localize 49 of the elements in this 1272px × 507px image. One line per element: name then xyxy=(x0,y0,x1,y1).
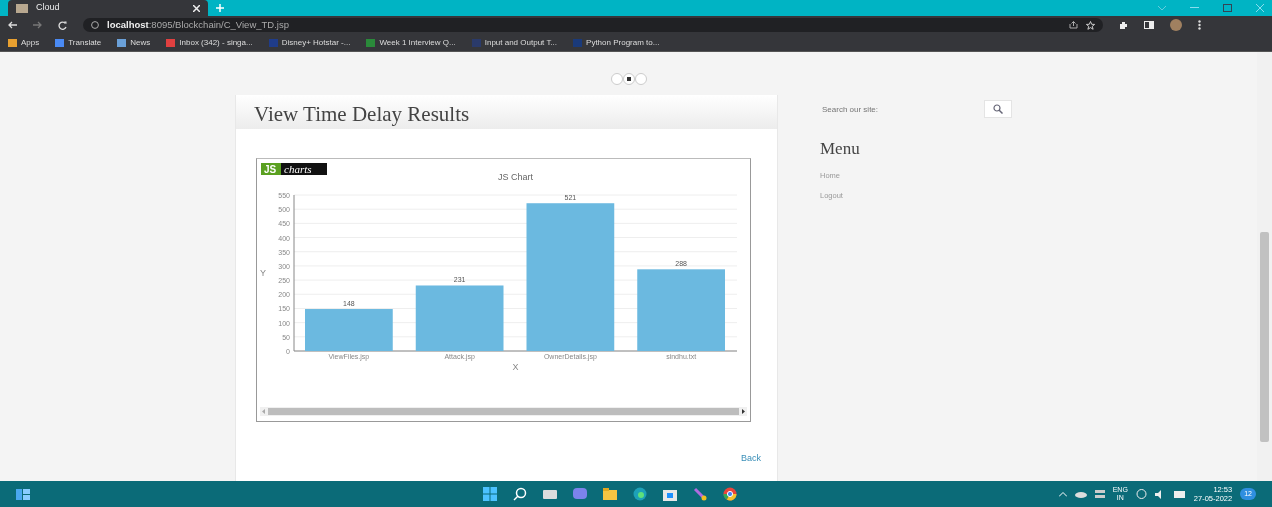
browser-icon[interactable] xyxy=(633,487,647,501)
forward-icon[interactable] xyxy=(33,21,42,29)
scroll-right-icon[interactable] xyxy=(739,408,747,415)
search-icon xyxy=(993,104,1003,114)
cloud-icon[interactable] xyxy=(1074,490,1087,498)
sidebar-icon[interactable] xyxy=(1144,21,1154,29)
horizontal-scrollbar[interactable] xyxy=(268,408,739,415)
carousel-dot[interactable] xyxy=(611,73,623,85)
carousel-dot[interactable] xyxy=(635,73,647,85)
chevron-up-icon[interactable] xyxy=(1058,491,1067,497)
search-icon[interactable] xyxy=(513,487,527,501)
star-icon[interactable] xyxy=(1086,20,1095,30)
start-icon[interactable] xyxy=(483,487,497,501)
reload-icon[interactable] xyxy=(58,20,67,30)
bookmark[interactable]: Python Program to... xyxy=(586,36,660,49)
search-button[interactable] xyxy=(984,100,1012,118)
back-icon[interactable] xyxy=(8,21,17,29)
bookmark[interactable]: Apps xyxy=(21,36,40,49)
info-icon[interactable] xyxy=(91,21,99,29)
avatar-icon[interactable] xyxy=(1170,19,1182,31)
widgets-icon[interactable] xyxy=(16,488,30,500)
more-icon[interactable] xyxy=(1198,20,1201,30)
new-tab-icon[interactable] xyxy=(216,4,224,12)
store-icon[interactable] xyxy=(663,487,677,501)
folder-icon[interactable] xyxy=(603,488,617,500)
bookmark[interactable]: Week 1 Interview Q... xyxy=(379,36,456,49)
bookmark[interactable]: Translate xyxy=(68,36,102,49)
bookmark[interactable]: Inbox (342) - singa... xyxy=(179,36,253,49)
close-tab-icon[interactable] xyxy=(193,4,200,12)
bookmark[interactable]: News xyxy=(130,36,151,49)
task-view-icon[interactable] xyxy=(543,488,557,500)
menu-heading: Menu xyxy=(820,138,861,160)
puzzle-icon[interactable] xyxy=(1119,20,1128,30)
chart-title: JS Chart xyxy=(498,172,533,182)
back-link[interactable]: Back xyxy=(741,452,761,463)
bookmark[interactable]: Disney+ Hotstar -... xyxy=(281,36,351,49)
tab-title[interactable]: Cloud xyxy=(36,1,60,15)
maximize-icon[interactable] xyxy=(1223,4,1232,12)
x-axis-label: X xyxy=(512,362,519,372)
bookmark[interactable]: Input and Output T... xyxy=(484,36,558,49)
page-icon xyxy=(16,3,28,13)
y-axis-label: Y xyxy=(260,268,266,278)
share-icon[interactable] xyxy=(1069,21,1078,29)
network-icon[interactable] xyxy=(1094,490,1105,498)
search-field[interactable]: Search our site: xyxy=(820,100,960,118)
chart-logo: JS charts xyxy=(261,163,327,175)
carousel-dot[interactable] xyxy=(623,73,635,85)
tool-icon[interactable] xyxy=(693,487,707,501)
chrome-icon[interactable] xyxy=(723,487,737,501)
